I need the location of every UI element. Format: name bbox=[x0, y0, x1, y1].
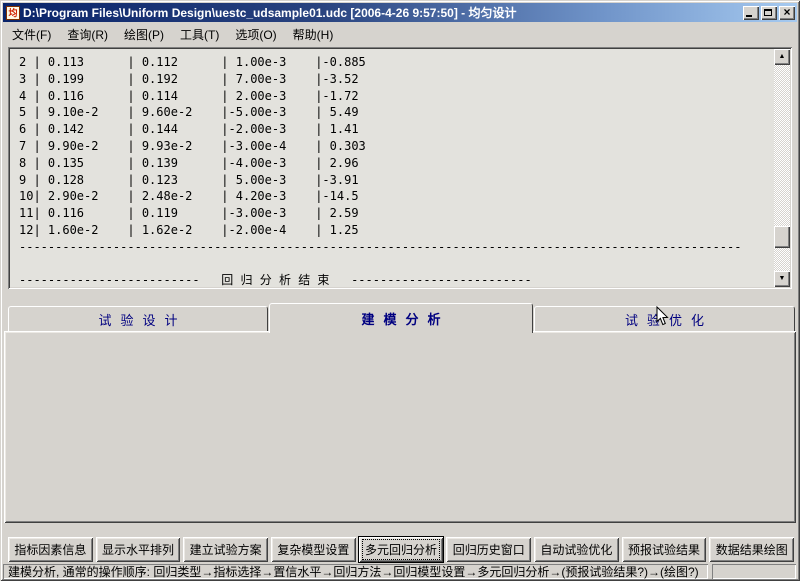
modeling-analysis-panel bbox=[4, 331, 796, 523]
toolbar-button[interactable]: 建立试验方案 bbox=[183, 537, 268, 562]
output-line: 4 | 0.116 | 0.114 | 2.00e-3 |-1.72 bbox=[19, 88, 771, 105]
toolbar-button[interactable]: 多元回归分析 bbox=[359, 537, 444, 562]
toolbar-buttons: 指标因素信息显示水平排列建立试验方案复杂模型设置多元回归分析回归历史窗口自动试验… bbox=[8, 537, 794, 562]
toolbar-button-label: 建立试验方案 bbox=[190, 541, 262, 558]
regression-output-area[interactable]: 2 | 0.113 | 0.112 | 1.00e-3 |-0.8853 | 0… bbox=[8, 47, 792, 289]
maximize-button[interactable] bbox=[761, 6, 777, 20]
toolbar-button-label: 自动试验优化 bbox=[540, 541, 612, 558]
maximize-icon bbox=[764, 9, 772, 16]
toolbar-button[interactable]: 回归历史窗口 bbox=[446, 537, 531, 562]
toolbar-button[interactable]: 数据结果绘图 bbox=[709, 537, 794, 562]
toolbar-button[interactable]: 复杂模型设置 bbox=[271, 537, 356, 562]
menu-item[interactable]: 选项(O) bbox=[227, 24, 284, 45]
regression-output-text: 2 | 0.113 | 0.112 | 1.00e-3 |-0.8853 | 0… bbox=[19, 54, 771, 286]
toolbar-button-label: 预报试验结果 bbox=[628, 541, 700, 558]
tab[interactable]: 建模分析 bbox=[269, 303, 533, 333]
vertical-scrollbar[interactable]: ▲ ▼ bbox=[774, 49, 790, 287]
toolbar-button-label: 回归历史窗口 bbox=[453, 541, 525, 558]
status-bar: 建模分析, 通常的操作顺序: 回归类型→指标选择→置信水平→回归方法→回归模型设… bbox=[3, 564, 708, 579]
status-bar-side-panel bbox=[712, 564, 796, 579]
app-icon: 均 bbox=[6, 6, 20, 20]
menu-item[interactable]: 绘图(P) bbox=[116, 24, 172, 45]
status-text: 建模分析, 通常的操作顺序: 回归类型→指标选择→置信水平→回归方法→回归模型设… bbox=[8, 564, 699, 579]
output-line: 3 | 0.199 | 0.192 | 7.00e-3 |-3.52 bbox=[19, 71, 771, 88]
menu-item[interactable]: 文件(F) bbox=[4, 24, 59, 45]
scrollbar-thumb[interactable] bbox=[774, 226, 790, 248]
output-line: ----------------------------------------… bbox=[19, 239, 771, 256]
output-line: 9 | 0.128 | 0.123 | 5.00e-3 |-3.91 bbox=[19, 172, 771, 189]
window-title: D:\Program Files\Uniform Design\uestc_ud… bbox=[23, 4, 741, 21]
minimize-button[interactable] bbox=[743, 6, 759, 20]
close-icon: × bbox=[779, 5, 795, 19]
tab[interactable]: 试验设计 bbox=[8, 306, 268, 332]
toolbar-button-label: 多元回归分析 bbox=[363, 540, 439, 559]
output-line bbox=[19, 256, 771, 273]
close-button[interactable]: × bbox=[779, 6, 795, 20]
scroll-down-button[interactable]: ▼ bbox=[774, 271, 790, 287]
toolbar-button[interactable]: 指标因素信息 bbox=[8, 537, 93, 562]
tab[interactable]: 试验优化 bbox=[534, 306, 795, 332]
menu-item[interactable]: 工具(T) bbox=[172, 24, 227, 45]
output-line: 10| 2.90e-2 | 2.48e-2 | 4.20e-3 |-14.5 bbox=[19, 188, 771, 205]
output-line: 2 | 0.113 | 0.112 | 1.00e-3 |-0.885 bbox=[19, 54, 771, 71]
output-line: 5 | 9.10e-2 | 9.60e-2 |-5.00e-3 | 5.49 bbox=[19, 104, 771, 121]
toolbar-button-label: 指标因素信息 bbox=[14, 541, 86, 558]
toolbar-button-label: 复杂模型设置 bbox=[277, 541, 349, 558]
output-line: 11| 0.116 | 0.119 |-3.00e-3 | 2.59 bbox=[19, 205, 771, 222]
toolbar-button-label: 数据结果绘图 bbox=[716, 541, 788, 558]
minimize-icon bbox=[746, 15, 752, 17]
menu-bar: 文件(F)查询(R)绘图(P)工具(T)选项(O)帮助(H) bbox=[4, 24, 796, 44]
menu-item[interactable]: 查询(R) bbox=[59, 24, 116, 45]
toolbar-button-label: 显示水平排列 bbox=[102, 541, 174, 558]
output-line: 12| 1.60e-2 | 1.62e-2 |-2.00e-4 | 1.25 bbox=[19, 222, 771, 239]
toolbar-button[interactable]: 显示水平排列 bbox=[96, 537, 181, 562]
menu-item[interactable]: 帮助(H) bbox=[285, 24, 342, 45]
app-window: 均 D:\Program Files\Uniform Design\uestc_… bbox=[0, 0, 800, 581]
toolbar-button[interactable]: 自动试验优化 bbox=[534, 537, 619, 562]
output-line: ------------------------- 回 归 分 析 结 束 --… bbox=[19, 272, 771, 286]
output-line: 6 | 0.142 | 0.144 |-2.00e-3 | 1.41 bbox=[19, 121, 771, 138]
output-line: 8 | 0.135 | 0.139 |-4.00e-3 | 2.96 bbox=[19, 155, 771, 172]
title-bar[interactable]: 均 D:\Program Files\Uniform Design\uestc_… bbox=[3, 3, 797, 22]
scroll-up-button[interactable]: ▲ bbox=[774, 49, 790, 65]
toolbar-button[interactable]: 预报试验结果 bbox=[622, 537, 707, 562]
output-line: 7 | 9.90e-2 | 9.93e-2 |-3.00e-4 | 0.303 bbox=[19, 138, 771, 155]
